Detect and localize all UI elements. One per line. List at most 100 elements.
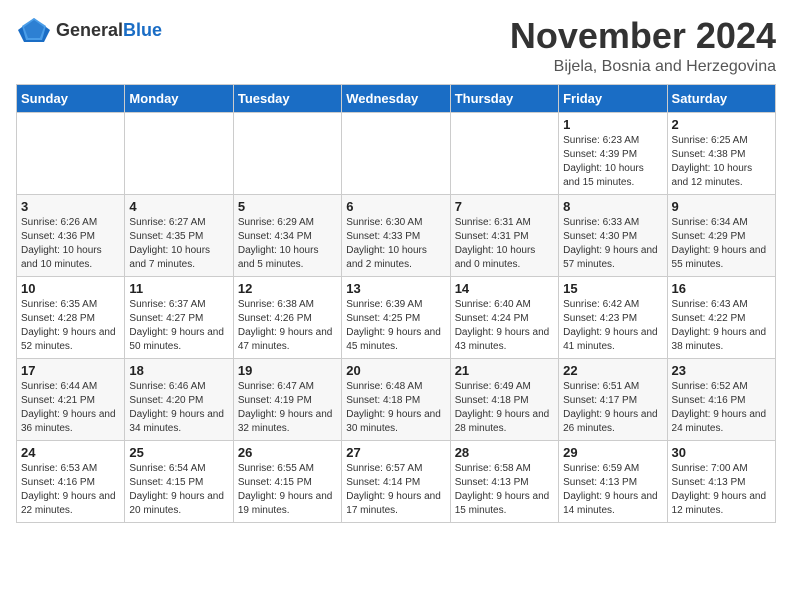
logo-text-blue: Blue <box>123 20 162 40</box>
day-number: 20 <box>346 363 445 378</box>
day-number: 4 <box>129 199 228 214</box>
day-number: 3 <box>21 199 120 214</box>
day-info: Sunrise: 6:37 AM Sunset: 4:27 PM Dayligh… <box>129 298 228 354</box>
day-number: 22 <box>563 363 662 378</box>
calendar-cell: 13 Sunrise: 6:39 AM Sunset: 4:25 PM Dayli… <box>342 276 450 358</box>
day-info: Sunrise: 6:31 AM Sunset: 4:31 PM Dayligh… <box>455 216 554 272</box>
day-info: Sunrise: 7:00 AM Sunset: 4:13 PM Dayligh… <box>672 462 771 518</box>
calendar-cell: 24 Sunrise: 6:53 AM Sunset: 4:16 PM Dayli… <box>17 440 125 522</box>
calendar-week-row: 10 Sunrise: 6:35 AM Sunset: 4:28 PM Dayli… <box>17 276 776 358</box>
day-number: 18 <box>129 363 228 378</box>
day-number: 11 <box>129 281 228 296</box>
day-number: 26 <box>238 445 337 460</box>
day-info: Sunrise: 6:35 AM Sunset: 4:28 PM Dayligh… <box>21 298 120 354</box>
day-number: 25 <box>129 445 228 460</box>
day-number: 19 <box>238 363 337 378</box>
day-info: Sunrise: 6:44 AM Sunset: 4:21 PM Dayligh… <box>21 380 120 436</box>
weekday-header: Wednesday <box>342 84 450 112</box>
calendar-cell: 23 Sunrise: 6:52 AM Sunset: 4:16 PM Dayli… <box>667 358 775 440</box>
calendar-cell: 6Sunrise: 6:30 AM Sunset: 4:33 PM Daylig… <box>342 194 450 276</box>
day-number: 21 <box>455 363 554 378</box>
day-number: 23 <box>672 363 771 378</box>
weekday-header-row: SundayMondayTuesdayWednesdayThursdayFrid… <box>17 84 776 112</box>
calendar-week-row: 1 Sunrise: 6:23 AM Sunset: 4:39 PM Daylig… <box>17 112 776 194</box>
calendar-week-row: 24 Sunrise: 6:53 AM Sunset: 4:16 PM Dayli… <box>17 440 776 522</box>
calendar-cell: 11 Sunrise: 6:37 AM Sunset: 4:27 PM Dayli… <box>125 276 233 358</box>
day-info: Sunrise: 6:53 AM Sunset: 4:16 PM Dayligh… <box>21 462 120 518</box>
calendar-cell: 25 Sunrise: 6:54 AM Sunset: 4:15 PM Dayli… <box>125 440 233 522</box>
day-info: Sunrise: 6:43 AM Sunset: 4:22 PM Dayligh… <box>672 298 771 354</box>
day-number: 29 <box>563 445 662 460</box>
day-info: Sunrise: 6:30 AM Sunset: 4:33 PM Dayligh… <box>346 216 445 272</box>
day-info: Sunrise: 6:39 AM Sunset: 4:25 PM Dayligh… <box>346 298 445 354</box>
calendar-cell: 28 Sunrise: 6:58 AM Sunset: 4:13 PM Dayli… <box>450 440 558 522</box>
logo-text-general: General <box>56 20 123 40</box>
calendar-cell <box>233 112 341 194</box>
calendar-cell <box>125 112 233 194</box>
day-info: Sunrise: 6:33 AM Sunset: 4:30 PM Dayligh… <box>563 216 662 272</box>
day-info: Sunrise: 6:57 AM Sunset: 4:14 PM Dayligh… <box>346 462 445 518</box>
calendar-cell: 7 Sunrise: 6:31 AM Sunset: 4:31 PM Daylig… <box>450 194 558 276</box>
day-number: 1 <box>563 117 662 132</box>
day-info: Sunrise: 6:23 AM Sunset: 4:39 PM Dayligh… <box>563 134 662 190</box>
logo-icon <box>16 16 52 44</box>
day-info: Sunrise: 6:29 AM Sunset: 4:34 PM Dayligh… <box>238 216 337 272</box>
day-number: 12 <box>238 281 337 296</box>
day-number: 27 <box>346 445 445 460</box>
calendar-week-row: 3 Sunrise: 6:26 AM Sunset: 4:36 PM Daylig… <box>17 194 776 276</box>
day-info: Sunrise: 6:58 AM Sunset: 4:13 PM Dayligh… <box>455 462 554 518</box>
page-header: GeneralBlue November 2024 Bijela, Bosnia… <box>16 16 776 76</box>
weekday-header: Friday <box>559 84 667 112</box>
month-title: November 2024 <box>510 16 776 56</box>
day-number: 2 <box>672 117 771 132</box>
day-number: 15 <box>563 281 662 296</box>
calendar-cell <box>450 112 558 194</box>
title-block: November 2024 Bijela, Bosnia and Herzego… <box>510 16 776 76</box>
calendar-cell: 17 Sunrise: 6:44 AM Sunset: 4:21 PM Dayli… <box>17 358 125 440</box>
day-info: Sunrise: 6:54 AM Sunset: 4:15 PM Dayligh… <box>129 462 228 518</box>
calendar-cell <box>17 112 125 194</box>
weekday-header: Saturday <box>667 84 775 112</box>
day-number: 10 <box>21 281 120 296</box>
calendar-cell: 20Sunrise: 6:48 AM Sunset: 4:18 PM Dayli… <box>342 358 450 440</box>
calendar-cell: 8 Sunrise: 6:33 AM Sunset: 4:30 PM Daylig… <box>559 194 667 276</box>
calendar-cell: 22 Sunrise: 6:51 AM Sunset: 4:17 PM Dayli… <box>559 358 667 440</box>
day-number: 28 <box>455 445 554 460</box>
calendar-cell: 9 Sunrise: 6:34 AM Sunset: 4:29 PM Daylig… <box>667 194 775 276</box>
calendar-cell: 4 Sunrise: 6:27 AM Sunset: 4:35 PM Daylig… <box>125 194 233 276</box>
day-number: 14 <box>455 281 554 296</box>
calendar-cell: 1 Sunrise: 6:23 AM Sunset: 4:39 PM Daylig… <box>559 112 667 194</box>
weekday-header: Thursday <box>450 84 558 112</box>
day-info: Sunrise: 6:51 AM Sunset: 4:17 PM Dayligh… <box>563 380 662 436</box>
day-info: Sunrise: 6:52 AM Sunset: 4:16 PM Dayligh… <box>672 380 771 436</box>
day-number: 24 <box>21 445 120 460</box>
day-number: 9 <box>672 199 771 214</box>
day-info: Sunrise: 6:47 AM Sunset: 4:19 PM Dayligh… <box>238 380 337 436</box>
day-number: 30 <box>672 445 771 460</box>
day-info: Sunrise: 6:25 AM Sunset: 4:38 PM Dayligh… <box>672 134 771 190</box>
calendar-cell: 30 Sunrise: 7:00 AM Sunset: 4:13 PM Dayli… <box>667 440 775 522</box>
calendar-cell: 18 Sunrise: 6:46 AM Sunset: 4:20 PM Dayli… <box>125 358 233 440</box>
day-info: Sunrise: 6:26 AM Sunset: 4:36 PM Dayligh… <box>21 216 120 272</box>
day-info: Sunrise: 6:49 AM Sunset: 4:18 PM Dayligh… <box>455 380 554 436</box>
day-number: 17 <box>21 363 120 378</box>
day-info: Sunrise: 6:46 AM Sunset: 4:20 PM Dayligh… <box>129 380 228 436</box>
calendar-week-row: 17 Sunrise: 6:44 AM Sunset: 4:21 PM Dayli… <box>17 358 776 440</box>
calendar-cell: 14Sunrise: 6:40 AM Sunset: 4:24 PM Dayli… <box>450 276 558 358</box>
weekday-header: Tuesday <box>233 84 341 112</box>
calendar-cell <box>342 112 450 194</box>
day-number: 13 <box>346 281 445 296</box>
day-info: Sunrise: 6:38 AM Sunset: 4:26 PM Dayligh… <box>238 298 337 354</box>
day-number: 7 <box>455 199 554 214</box>
day-info: Sunrise: 6:59 AM Sunset: 4:13 PM Dayligh… <box>563 462 662 518</box>
day-number: 8 <box>563 199 662 214</box>
calendar-cell: 26 Sunrise: 6:55 AM Sunset: 4:15 PM Dayli… <box>233 440 341 522</box>
day-number: 16 <box>672 281 771 296</box>
weekday-header: Monday <box>125 84 233 112</box>
calendar-cell: 21 Sunrise: 6:49 AM Sunset: 4:18 PM Dayli… <box>450 358 558 440</box>
logo: GeneralBlue <box>16 16 162 44</box>
location-subtitle: Bijela, Bosnia and Herzegovina <box>510 58 776 76</box>
day-info: Sunrise: 6:34 AM Sunset: 4:29 PM Dayligh… <box>672 216 771 272</box>
day-info: Sunrise: 6:55 AM Sunset: 4:15 PM Dayligh… <box>238 462 337 518</box>
day-info: Sunrise: 6:27 AM Sunset: 4:35 PM Dayligh… <box>129 216 228 272</box>
